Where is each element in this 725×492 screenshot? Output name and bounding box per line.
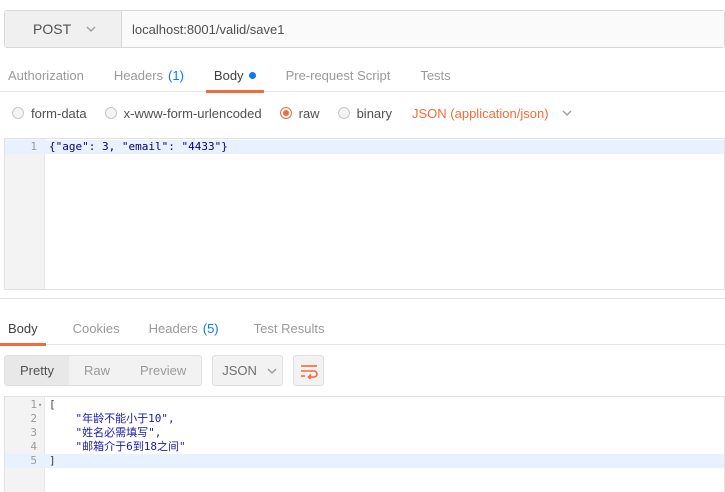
- response-line: [: [49, 398, 56, 411]
- editor-line: 1 ▾ [: [5, 398, 724, 412]
- request-body-editor[interactable]: 1 {"age": 3, "email": "4433"}: [4, 138, 725, 290]
- chevron-down-icon: [562, 110, 572, 117]
- fold-arrow-icon[interactable]: ▾: [38, 398, 42, 412]
- modified-dot-icon: [248, 71, 256, 79]
- radio-selected-icon: [279, 107, 292, 119]
- tab-response-body[interactable]: Body: [0, 311, 46, 346]
- request-url-bar: POST localhost:8001/valid/save1: [4, 10, 725, 48]
- method-select[interactable]: POST: [5, 11, 122, 47]
- radio-circle-icon: [337, 107, 350, 119]
- line-number: 5: [30, 454, 37, 467]
- url-text: localhost:8001/valid/save1: [132, 21, 285, 37]
- body-type-options: form-data x-www-form-urlencoded raw bina…: [0, 96, 725, 130]
- method-label: POST: [33, 21, 72, 37]
- radio-raw[interactable]: raw: [279, 106, 320, 121]
- tab-authorization[interactable]: Authorization: [0, 58, 92, 92]
- url-input[interactable]: localhost:8001/valid/save1: [122, 11, 724, 47]
- radio-circle-icon: [104, 107, 117, 119]
- chevron-down-icon: [267, 367, 277, 374]
- editor-line: 4 "邮箱介于6到18之间": [5, 440, 724, 454]
- chevron-down-icon: [86, 26, 96, 33]
- request-tabs: Authorization Headers (1) Body Pre-reque…: [0, 58, 725, 93]
- response-toolbar: Pretty Raw Preview JSON: [4, 355, 325, 386]
- radio-binary[interactable]: binary: [337, 106, 392, 121]
- radio-form-data[interactable]: form-data: [12, 106, 87, 121]
- radio-x-www-form-urlencoded[interactable]: x-www-form-urlencoded: [104, 106, 262, 121]
- response-line: "邮箱介于6到18之间": [49, 440, 186, 453]
- line-number: 4: [30, 440, 37, 453]
- tab-response-headers[interactable]: Headers (5): [141, 311, 227, 345]
- response-line: "姓名必需填写",: [49, 426, 162, 439]
- response-tabs: Body Cookies Headers (5) Test Results: [0, 311, 725, 346]
- tab-body[interactable]: Body: [205, 58, 264, 93]
- editor-line: 3 "姓名必需填写",: [5, 426, 724, 440]
- tab-tests[interactable]: Tests: [412, 58, 458, 92]
- content-type-select[interactable]: JSON (application/json): [412, 106, 573, 121]
- tab-test-results[interactable]: Test Results: [246, 311, 333, 345]
- line-number-gutter: [5, 139, 45, 289]
- tab-headers[interactable]: Headers (1): [106, 58, 192, 92]
- view-raw-button[interactable]: Raw: [69, 356, 125, 385]
- response-line: "年龄不能小于10",: [49, 412, 175, 425]
- wrap-lines-button[interactable]: [293, 355, 325, 386]
- response-headers-count: (5): [202, 320, 219, 336]
- editor-line: 5 ]: [5, 454, 724, 468]
- line-number: 2: [30, 412, 37, 425]
- request-body-code: {"age": 3, "email": "4433"}: [49, 140, 228, 153]
- tab-cookies[interactable]: Cookies: [65, 311, 128, 345]
- editor-line: 1 {"age": 3, "email": "4433"}: [5, 140, 724, 154]
- format-select[interactable]: JSON: [212, 355, 284, 386]
- response-body-viewer[interactable]: 1 ▾ [ 2 "年龄不能小于10", 3 "姓名必需填写", 4 "邮箱介于6…: [4, 396, 725, 492]
- tab-pre-request-script[interactable]: Pre-request Script: [278, 58, 399, 92]
- response-line: ]: [49, 454, 56, 467]
- editor-line: 2 "年龄不能小于10",: [5, 412, 724, 426]
- pane-divider[interactable]: [0, 298, 725, 299]
- radio-circle-icon: [12, 107, 24, 119]
- line-number: 1: [30, 398, 37, 411]
- headers-count: (1): [168, 67, 184, 83]
- view-mode-toggle: Pretty Raw Preview: [4, 355, 203, 386]
- wrap-lines-icon: [300, 364, 318, 379]
- line-number: 1: [30, 140, 37, 153]
- view-pretty-button[interactable]: Pretty: [5, 356, 69, 385]
- view-preview-button[interactable]: Preview: [125, 356, 201, 385]
- line-number: 3: [30, 426, 37, 439]
